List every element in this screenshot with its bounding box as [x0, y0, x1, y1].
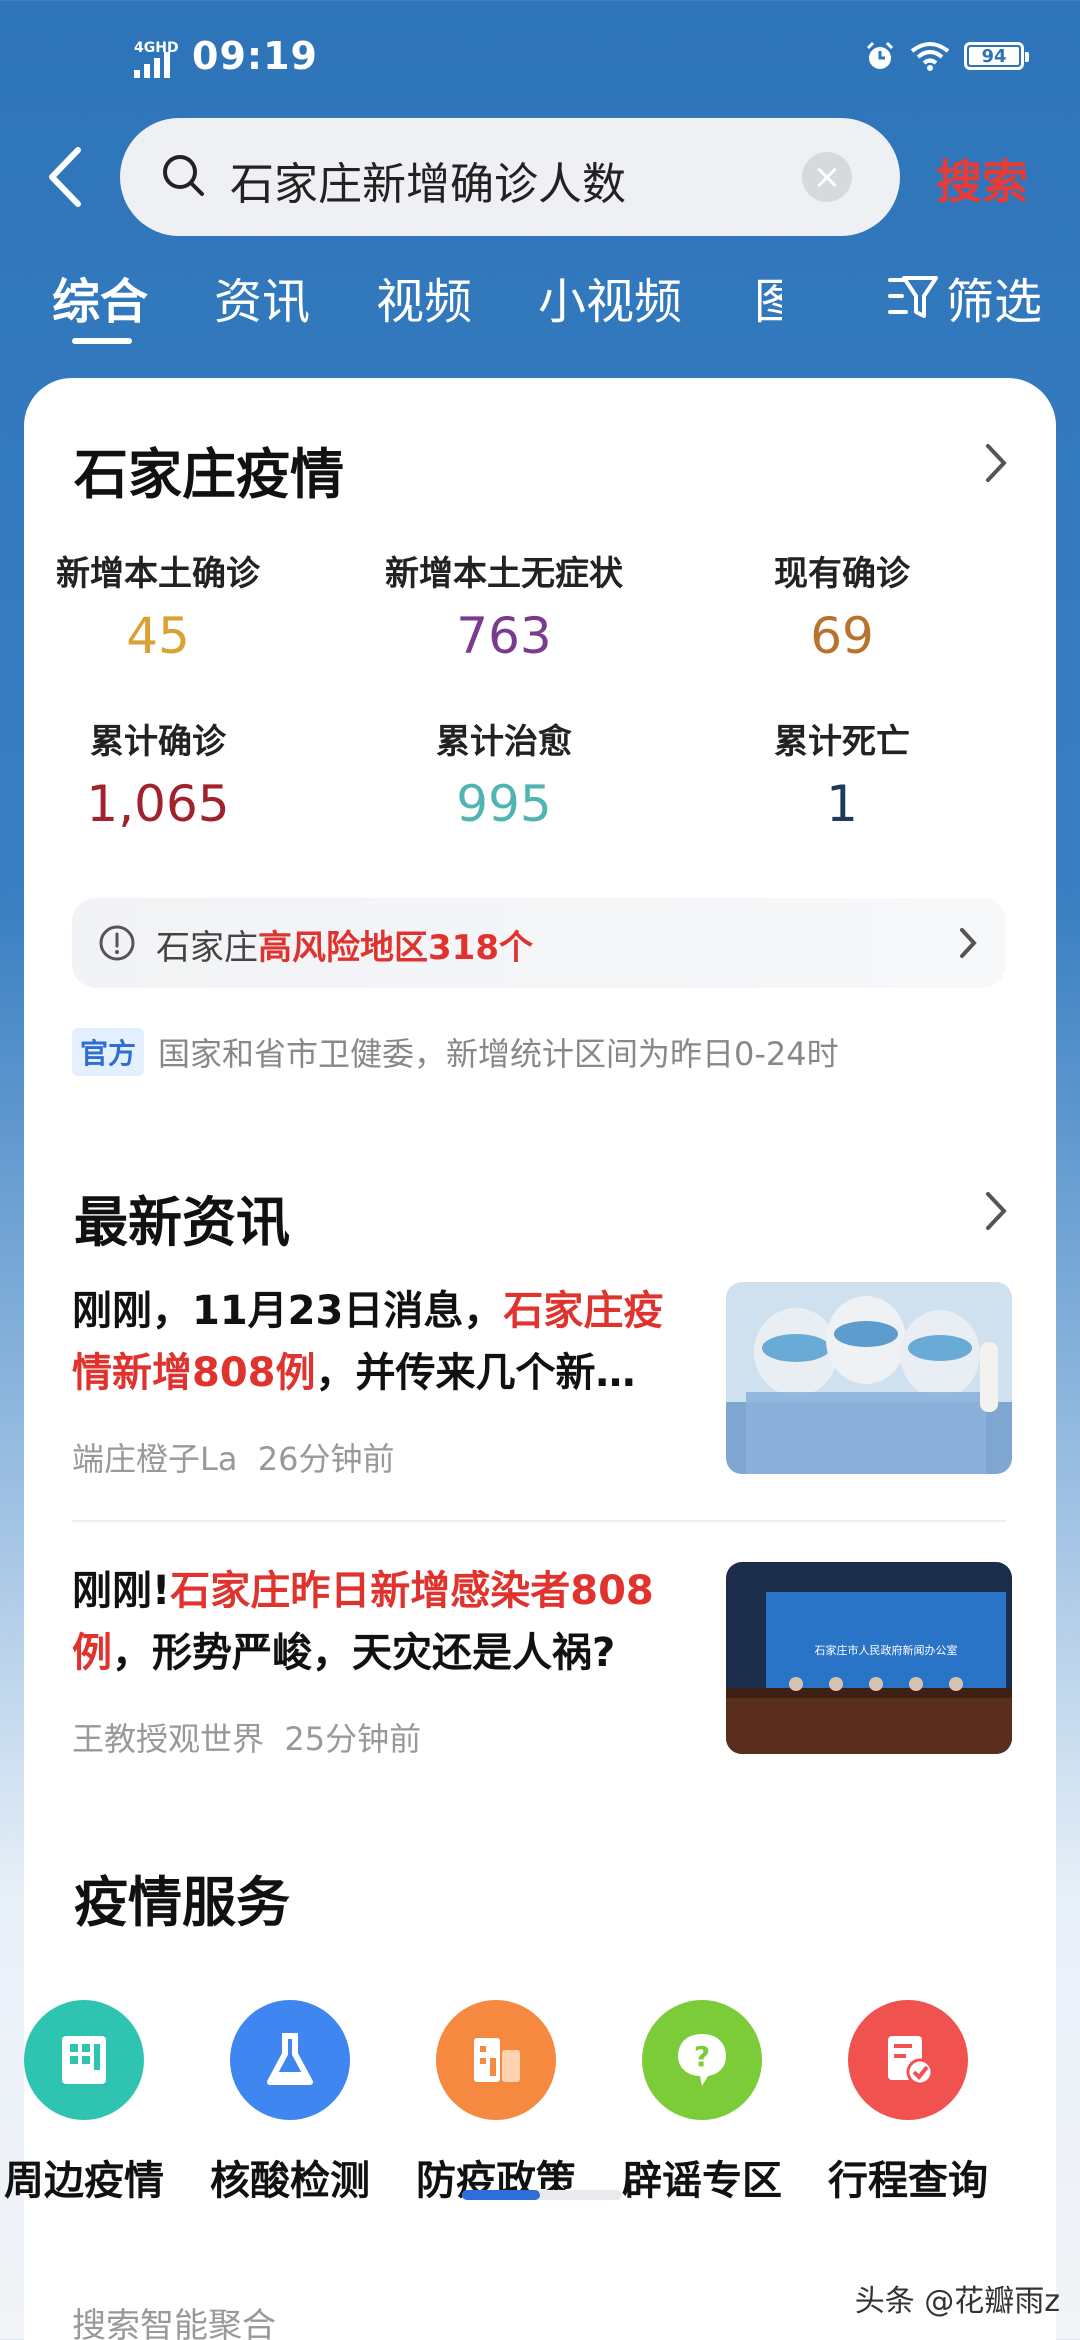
service-rumor-busting[interactable]: ? 辟谣专区	[602, 2000, 802, 2206]
risk-city: 石家庄	[156, 928, 258, 968]
result-tabs: 综合 资讯 视频 小视频 图 筛选	[52, 262, 1042, 344]
stat-total-confirmed: 累计确诊 1,065	[8, 714, 308, 833]
stat-value: 763	[456, 607, 552, 665]
filter-button[interactable]: 筛选	[887, 262, 1042, 332]
news-meta: 王教授观世界 25分钟前	[72, 1714, 421, 1760]
news-title-suffix: ，形势严峻，天灾还是人祸?	[112, 1630, 616, 1676]
stat-new-asymptomatic: 新增本土无症状 763	[354, 546, 654, 665]
stat-label: 累计治愈	[436, 722, 572, 762]
news-thumbnail[interactable]	[726, 1282, 1012, 1474]
alarm-icon	[866, 41, 894, 69]
battery-level: 94	[981, 45, 1007, 67]
stat-new-local-confirmed: 新增本土确诊 45	[8, 546, 308, 665]
active-page-dot	[462, 2190, 540, 2200]
high-risk-area-bar[interactable]: 石家庄高风险地区318个	[72, 898, 1006, 988]
tab-comprehensive[interactable]: 综合	[52, 262, 148, 332]
stat-label: 累计死亡	[774, 722, 910, 762]
official-tag: 官方	[72, 1028, 145, 1076]
stat-value: 995	[456, 775, 552, 833]
chevron-right-icon[interactable]	[976, 1186, 1016, 1236]
news-time: 26分钟前	[257, 1440, 395, 1478]
watermark: 头条 @花瓣雨z	[854, 2284, 1060, 2319]
stat-total-deaths: 累计死亡 1	[692, 714, 992, 833]
status-bar: 4GHD 09:19 94	[0, 0, 1080, 110]
search-box[interactable]: 石家庄新增确诊人数 ×	[120, 118, 900, 236]
stat-label: 累计确诊	[90, 722, 226, 762]
policy-building-icon	[436, 2000, 556, 2120]
service-itinerary-query[interactable]: 行程查询	[808, 2000, 1008, 2206]
stat-value: 69	[810, 607, 874, 665]
building-icon	[24, 2000, 144, 2120]
stat-label: 新增本土确诊	[56, 554, 260, 594]
news-title-prefix: 刚刚，11月23日消息，	[72, 1288, 504, 1334]
tab-video[interactable]: 视频	[376, 262, 472, 332]
chevron-right-icon[interactable]	[976, 438, 1016, 488]
stat-current-confirmed: 现有确诊 69	[692, 546, 992, 665]
service-prevention-policy[interactable]: 防疫政策	[396, 2000, 596, 2206]
news-meta: 端庄橙子La 26分钟前	[72, 1434, 395, 1480]
stat-value: 1,065	[86, 775, 230, 833]
search-icon	[163, 155, 204, 196]
info-icon	[99, 925, 135, 961]
clear-search-button[interactable]: ×	[802, 152, 852, 202]
medical-staff-photo	[726, 1282, 1012, 1474]
stat-label: 现有确诊	[774, 554, 910, 594]
battery-indicator: 94	[964, 42, 1029, 70]
chevron-right-icon	[960, 928, 977, 958]
active-tab-indicator	[72, 338, 132, 344]
smart-aggregation-label[interactable]: 搜索智能聚合	[72, 2298, 276, 2340]
official-source-note: 官方 国家和省市卫健委，新增统计区间为昨日0-24时	[72, 1028, 839, 1076]
filter-label: 筛选	[945, 274, 1042, 330]
back-icon[interactable]	[40, 142, 90, 212]
flask-icon	[230, 2000, 350, 2120]
service-label: 核酸检测	[210, 2158, 370, 2204]
tab-news[interactable]: 资讯	[214, 262, 310, 332]
close-icon: ×	[812, 157, 842, 197]
stat-value: 1	[826, 775, 858, 833]
services-page-indicator	[462, 2190, 622, 2200]
news-title[interactable]: 刚刚，11月23日消息，石家庄疫情新增808例，并传来几个新…	[72, 1280, 692, 1404]
service-nearby-epidemic[interactable]: 周边疫情	[0, 2000, 184, 2206]
news-thumbnail[interactable]: 石家庄市人民政府新闻办公室	[726, 1562, 1012, 1754]
stat-value: 45	[126, 607, 190, 665]
epidemic-title[interactable]: 石家庄疫情	[74, 430, 344, 509]
news-source: 端庄橙子La	[72, 1440, 238, 1478]
wifi-icon	[910, 42, 950, 71]
stat-label: 新增本土无症状	[385, 554, 623, 594]
press-conference-photo: 石家庄市人民政府新闻办公室	[726, 1562, 1012, 1754]
official-note-text: 国家和省市卫健委，新增统计区间为昨日0-24时	[158, 1035, 839, 1073]
question-icon: ?	[642, 2000, 762, 2120]
service-label: 辟谣专区	[622, 2158, 782, 2204]
signal-icon	[134, 52, 170, 78]
search-input[interactable]: 石家庄新增确诊人数	[230, 148, 626, 212]
results-card: 石家庄疫情 新增本土确诊 45 新增本土无症状 763 现有确诊 69 累计确诊…	[4, 378, 1056, 2340]
news-title-suffix: ，并传来几个新…	[315, 1350, 636, 1396]
clock: 09:19	[192, 34, 318, 78]
news-divider	[72, 1520, 1006, 1522]
high-risk-text: 石家庄高风险地区318个	[156, 920, 533, 969]
news-item[interactable]: 刚刚，11月23日消息，石家庄疫情新增808例，并传来几个新… 端庄橙子La 2…	[72, 1282, 1012, 1502]
banner-text: 石家庄市人民政府新闻办公室	[815, 1643, 958, 1657]
svg-text:?: ?	[694, 2040, 710, 2073]
news-time: 25分钟前	[284, 1720, 422, 1758]
risk-count: 高风险地区318个	[258, 928, 533, 968]
tab-short-video[interactable]: 小视频	[538, 262, 682, 332]
service-nucleic-test[interactable]: 核酸检测	[190, 2000, 390, 2206]
filter-icon	[887, 276, 938, 318]
search-button[interactable]: 搜索	[936, 146, 1028, 212]
news-item[interactable]: 刚刚!石家庄昨日新增感染者808例，形势严峻，天灾还是人祸? 王教授观世界 25…	[72, 1562, 1012, 1782]
tab-images[interactable]: 图	[754, 262, 782, 332]
services-title: 疫情服务	[74, 1871, 290, 1934]
stat-total-cured: 累计治愈 995	[354, 714, 654, 833]
latest-news-title[interactable]: 最新资讯	[74, 1178, 290, 1257]
news-title-prefix: 刚刚!	[72, 1568, 171, 1614]
document-check-icon	[848, 2000, 968, 2120]
service-label: 周边疫情	[4, 2158, 164, 2204]
service-label: 行程查询	[828, 2158, 988, 2204]
news-source: 王教授观世界	[72, 1720, 265, 1758]
news-title[interactable]: 刚刚!石家庄昨日新增感染者808例，形势严峻，天灾还是人祸?	[72, 1560, 692, 1684]
